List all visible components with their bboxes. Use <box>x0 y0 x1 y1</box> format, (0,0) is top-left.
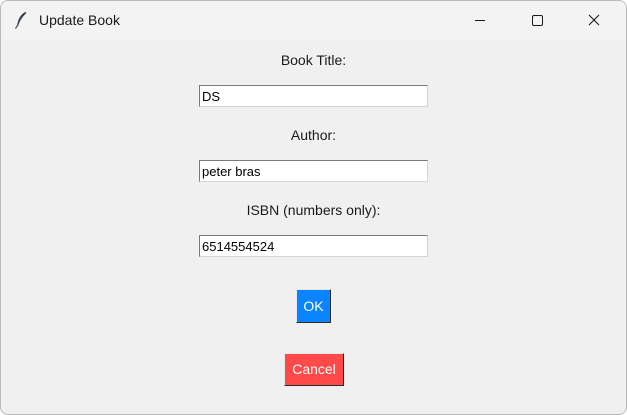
update-book-window: Update Book Book Title: Author: ISBN (nu… <box>0 0 627 415</box>
feather-icon <box>13 11 29 29</box>
window-title: Update Book <box>39 12 120 28</box>
minimize-icon <box>475 20 485 21</box>
isbn-label: ISBN (numbers only): <box>246 202 381 218</box>
book-title-input[interactable] <box>199 85 428 107</box>
ok-button[interactable]: OK <box>296 289 331 323</box>
minimize-button[interactable] <box>457 1 503 40</box>
book-title-label: Book Title: <box>280 52 347 68</box>
author-input[interactable] <box>199 160 428 182</box>
maximize-button[interactable] <box>514 1 560 40</box>
author-label: Author: <box>290 127 337 143</box>
isbn-input[interactable] <box>199 235 428 257</box>
cancel-button[interactable]: Cancel <box>284 353 344 386</box>
title-bar[interactable]: Update Book <box>1 1 626 40</box>
close-icon <box>588 14 600 26</box>
maximize-icon <box>532 15 543 26</box>
close-button[interactable] <box>571 1 617 40</box>
